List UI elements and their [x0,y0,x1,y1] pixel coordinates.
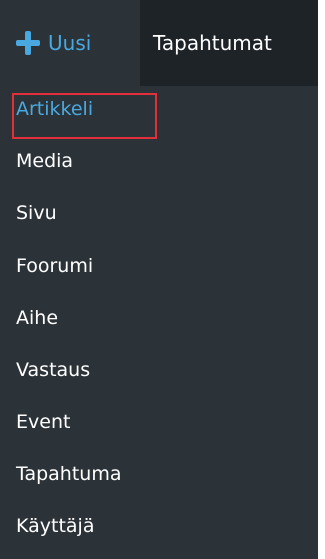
new-content-menu[interactable]: Uusi [0,0,140,86]
new-menu-item-tapahtuma[interactable]: Tapahtuma [0,451,318,497]
events-menu[interactable]: Tapahtumat [140,0,318,86]
new-menu-item-media[interactable]: Media [0,138,318,184]
admin-bar-frame: Uusi Tapahtumat Artikkeli Media Sivu Foo… [0,0,318,559]
new-content-dropdown: Artikkeli Media Sivu Foorumi Aihe Vastau… [0,86,318,559]
events-menu-label: Tapahtumat [153,31,272,55]
new-menu-item-event[interactable]: Event [0,399,318,445]
plus-icon [16,31,40,55]
new-menu-item-kayttaja[interactable]: Käyttäjä [0,503,318,549]
admin-toolbar: Uusi Tapahtumat [0,0,318,86]
new-menu-item-sivu[interactable]: Sivu [0,190,318,236]
new-menu-item-vastaus[interactable]: Vastaus [0,347,318,393]
new-menu-item-artikkeli[interactable]: Artikkeli [0,86,318,132]
new-menu-item-foorumi[interactable]: Foorumi [0,243,318,289]
new-menu-item-aihe[interactable]: Aihe [0,295,318,341]
new-content-label: Uusi [48,31,92,55]
